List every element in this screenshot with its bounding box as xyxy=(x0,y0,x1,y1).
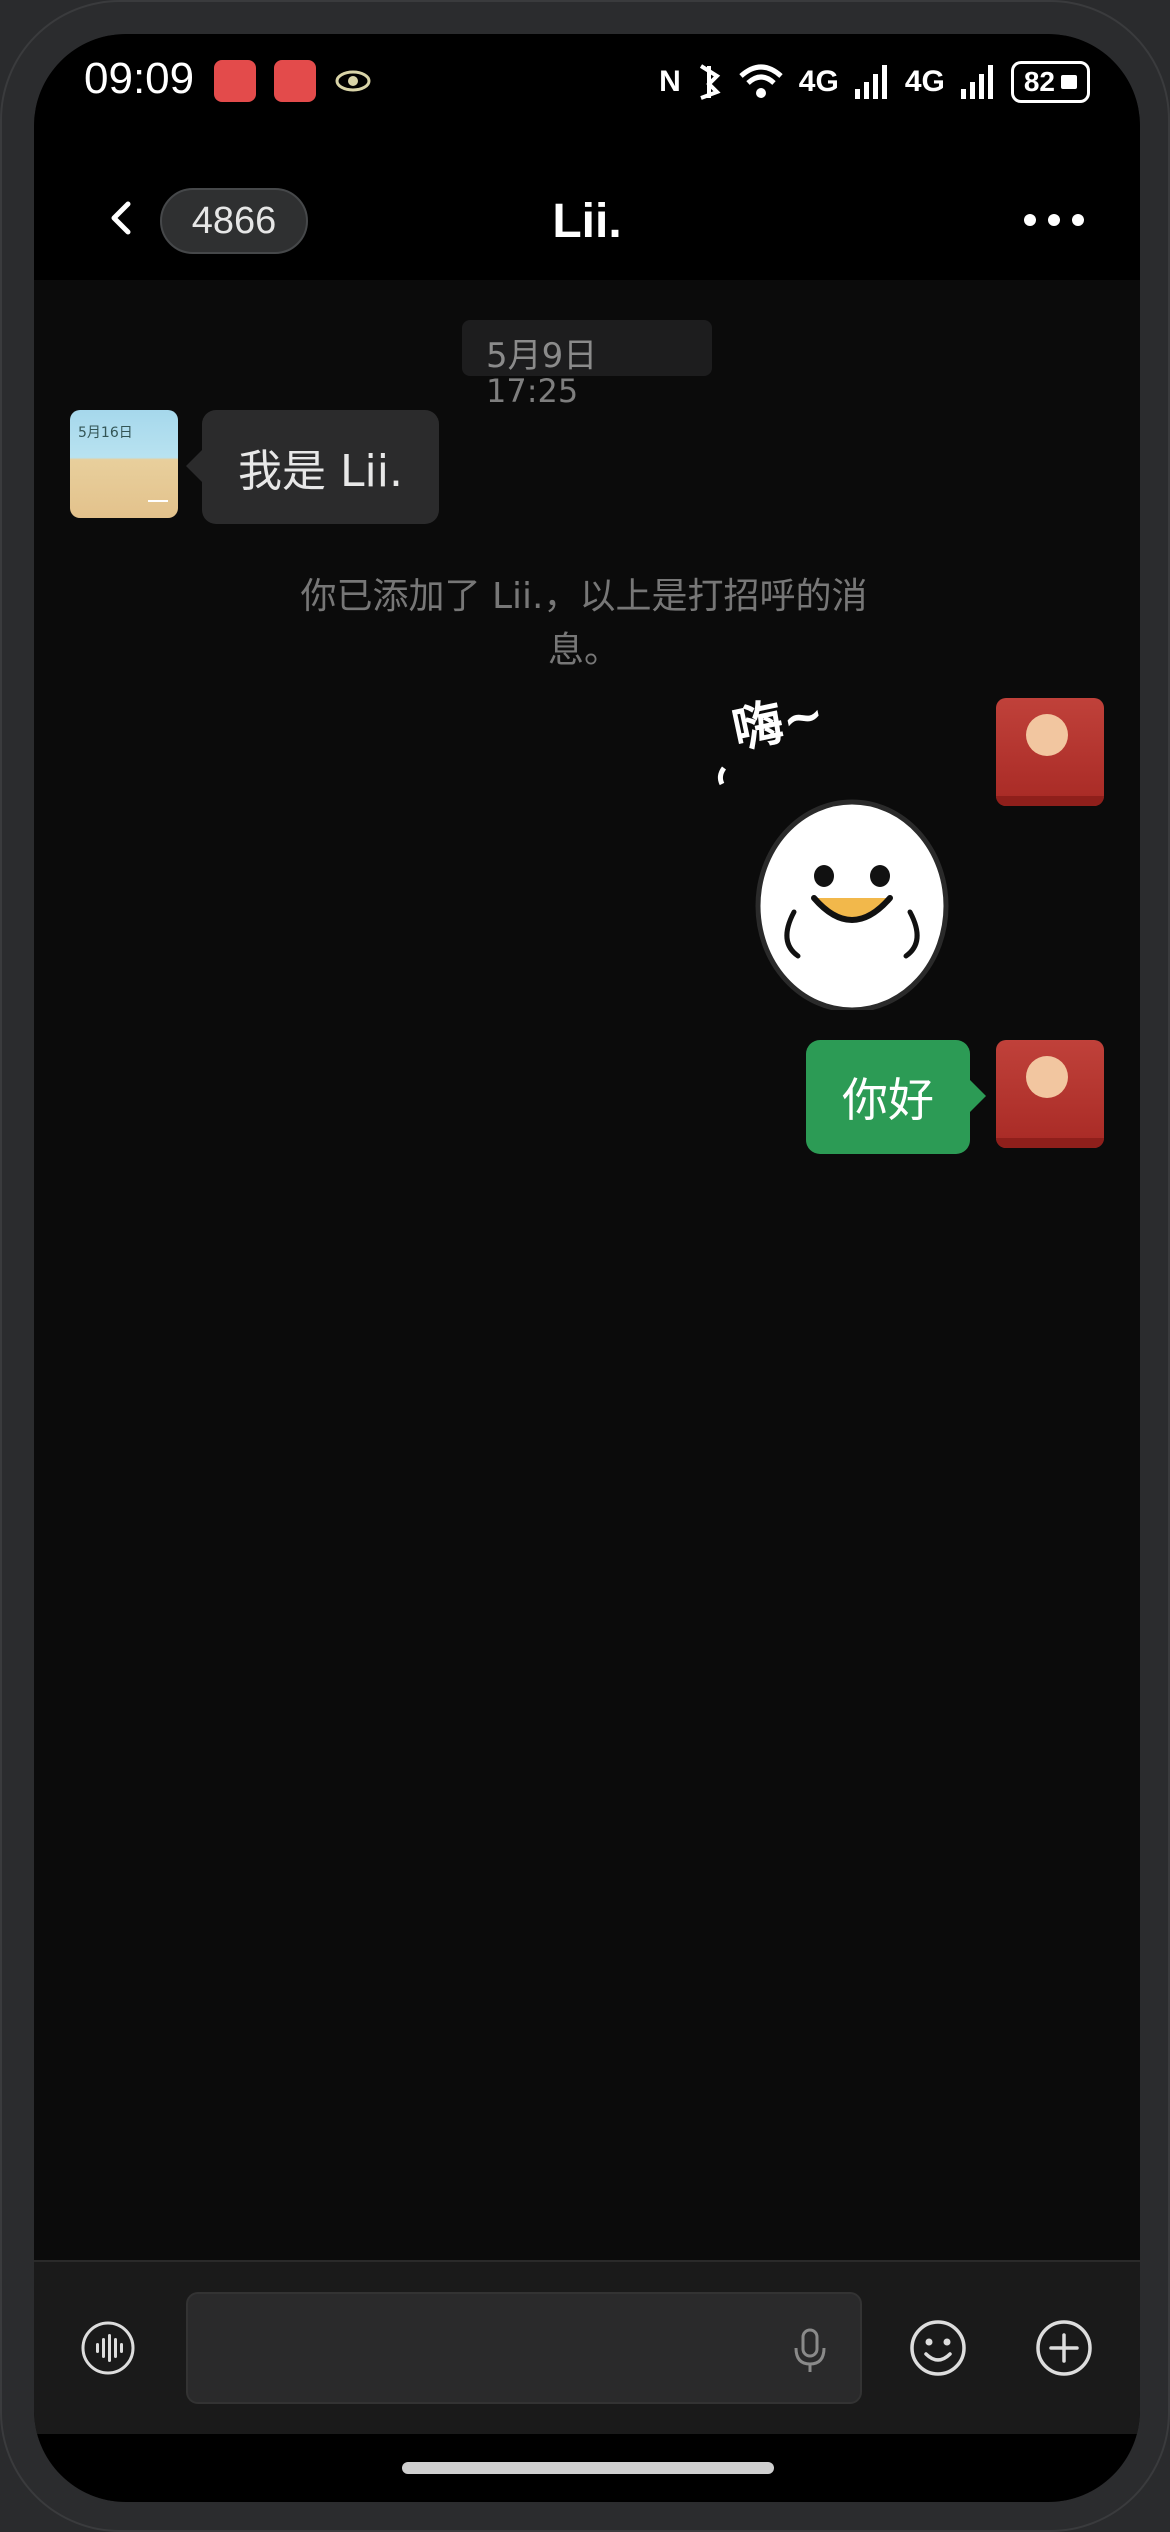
message-date: 5月9日 xyxy=(486,336,598,376)
battery-icon xyxy=(1061,75,1077,89)
eye-icon xyxy=(335,70,371,92)
signal-icon xyxy=(854,65,887,99)
signal-icon xyxy=(960,65,993,99)
my-avatar[interactable] xyxy=(996,1040,1104,1148)
sticker-caption: 嗨~ xyxy=(727,684,829,760)
outgoing-message-bubble[interactable]: 你好 xyxy=(806,1040,986,1154)
phone-frame: 09:09 N 4G 4G 82 4866 Lii. 5月9日 17:25 5月… xyxy=(0,0,1170,2532)
contact-avatar-label: 5月16日 xyxy=(78,425,133,441)
network-type-2: 4G xyxy=(904,65,945,98)
sticker-message[interactable]: 嗨~ xyxy=(694,680,964,1010)
more-dot-icon xyxy=(1072,214,1084,226)
emoji-icon[interactable] xyxy=(908,2318,968,2378)
message-input[interactable] xyxy=(186,2292,862,2404)
bluetooth-icon xyxy=(699,64,721,100)
voice-message-icon[interactable] xyxy=(80,2320,136,2376)
network-type-1: 4G xyxy=(798,65,839,98)
more-dot-icon xyxy=(1048,214,1060,226)
message-list[interactable]: 5月9日 17:25 5月16日 我是 Lii. 你已添加了 Lii.，以上是打… xyxy=(34,280,1140,2260)
microphone-icon[interactable] xyxy=(790,2326,830,2376)
more-options-button[interactable] xyxy=(1024,212,1084,228)
message-time: 17:25 xyxy=(486,372,579,410)
incoming-message-bubble[interactable]: 我是 Lii. xyxy=(186,410,439,524)
plus-icon[interactable] xyxy=(1034,2318,1094,2378)
notification-app-icon xyxy=(214,60,256,102)
notification-app-icon xyxy=(274,60,316,102)
system-notice: 你已添加了 Lii.，以上是打招呼的消息。 xyxy=(300,576,868,671)
chat-header: 4866 Lii. xyxy=(34,154,1140,280)
status-bar: 09:09 N 4G 4G 82 xyxy=(34,34,1140,154)
nfc-icon: N xyxy=(659,65,681,98)
home-indicator[interactable] xyxy=(402,2462,774,2474)
status-time: 09:09 xyxy=(84,54,195,103)
status-indicators: N 4G 4G 82 xyxy=(659,52,1090,112)
more-dot-icon xyxy=(1024,214,1036,226)
chat-title: Lii. xyxy=(552,195,622,248)
battery-indicator: 82 xyxy=(1010,61,1090,103)
wifi-icon xyxy=(739,64,783,98)
screen: 09:09 N 4G 4G 82 4866 Lii. 5月9日 17:25 5月… xyxy=(34,34,1140,2502)
contact-avatar[interactable]: 5月16日 xyxy=(70,410,178,518)
my-avatar[interactable] xyxy=(996,698,1104,806)
battery-level: 82 xyxy=(1023,66,1055,97)
